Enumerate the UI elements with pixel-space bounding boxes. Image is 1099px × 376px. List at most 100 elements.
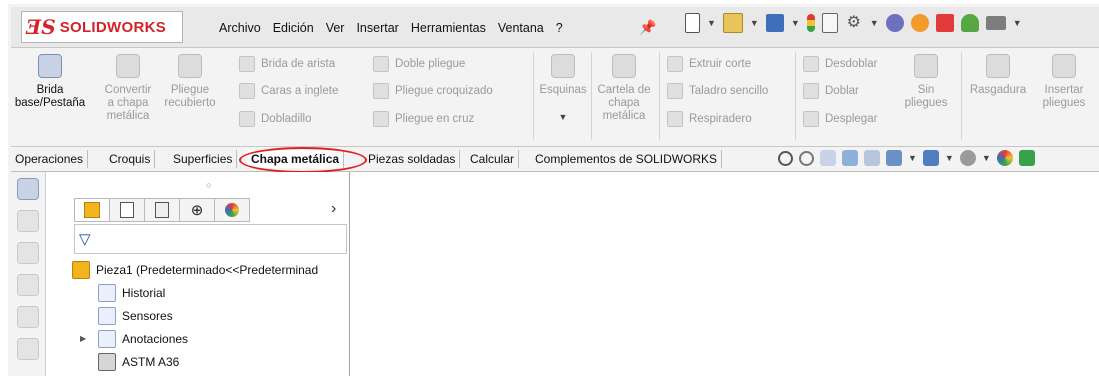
menu-herramientas[interactable]: Herramientas — [411, 21, 486, 35]
zoom-to-fit-icon[interactable] — [778, 150, 793, 166]
caras-inglete-button[interactable]: Caras a inglete — [239, 83, 338, 99]
open-file-icon[interactable] — [722, 13, 743, 33]
file-properties-icon[interactable] — [821, 13, 838, 33]
menu-ventana[interactable]: Ventana — [498, 21, 544, 35]
plugin-icon[interactable] — [885, 14, 904, 32]
configuration-manager-tab[interactable] — [144, 198, 179, 222]
pliegue-recubierto-button[interactable]: Pliegue recubierto — [159, 50, 221, 110]
previous-view-icon[interactable] — [820, 150, 836, 166]
taladro-sencillo-label: Taladro sencillo — [689, 85, 769, 97]
save-icon[interactable] — [765, 14, 784, 32]
expand-arrow-icon[interactable]: ▶ — [80, 334, 86, 343]
display-style-icon[interactable] — [922, 150, 939, 166]
scene-icon[interactable] — [1018, 150, 1035, 166]
chevron-down-icon[interactable]: ▼ — [537, 111, 589, 124]
brida-arista-button[interactable]: Brida de arista — [239, 56, 335, 72]
print-icon[interactable] — [985, 16, 1006, 30]
unfold-icon — [803, 56, 819, 72]
simple-hole-icon — [667, 83, 683, 99]
esquinas-button[interactable]: Esquinas ▼ — [537, 50, 589, 124]
view-orientation-icon[interactable] — [886, 150, 902, 166]
menu-edicion[interactable]: Edición — [273, 21, 314, 35]
edge-flange-icon[interactable] — [17, 274, 39, 296]
options-gear-icon[interactable]: ⚙ — [845, 14, 863, 32]
doblar-button[interactable]: Doblar — [803, 83, 859, 99]
tab-operaciones[interactable]: Operaciones — [11, 150, 89, 168]
dobladillo-button[interactable]: Dobladillo — [239, 111, 312, 127]
respiradero-button[interactable]: Respiradero — [667, 111, 752, 127]
solidworks-logo[interactable]: ƎS SOLIDWORKS — [21, 11, 183, 43]
panel-splitter-dot[interactable]: ○ — [206, 180, 211, 190]
tree-item-anotaciones[interactable]: ▶ Anotaciones — [80, 327, 318, 350]
insertar-pliegues-button[interactable]: Insertar pliegues — [1031, 50, 1097, 110]
chevron-down-icon[interactable]: ▼ — [791, 18, 800, 28]
chevron-down-icon[interactable]: ▼ — [707, 18, 716, 28]
insert-bends-icon — [1052, 54, 1076, 78]
menu-insertar[interactable]: Insertar — [356, 21, 398, 35]
pin-icon[interactable]: 📌 — [639, 19, 656, 36]
convert-sheet-metal-icon[interactable] — [17, 210, 39, 232]
desplegar-button[interactable]: Desplegar — [803, 111, 877, 127]
miter-flange-icon[interactable] — [17, 306, 39, 328]
feature-filter-input[interactable]: ▽ — [74, 224, 347, 254]
chevron-down-icon[interactable]: ▼ — [908, 153, 917, 163]
sin-pliegues-button[interactable]: Sin pliegues — [899, 50, 953, 110]
chevron-down-icon[interactable]: ▼ — [945, 153, 954, 163]
chevron-right-icon[interactable]: › — [331, 200, 336, 218]
tab-complementos[interactable]: Complementos de SOLIDWORKS — [531, 150, 723, 168]
material-icon — [98, 352, 116, 371]
ribbon-separator — [591, 52, 592, 140]
tab-calcular[interactable]: Calcular — [466, 150, 520, 168]
cartela-chapa-label: Cartela de chapa metálica — [597, 84, 651, 122]
chevron-down-icon[interactable]: ▼ — [982, 153, 991, 163]
desplegar-label: Desplegar — [825, 113, 878, 125]
menu-ver[interactable]: Ver — [326, 21, 345, 35]
sketched-bend-icon — [373, 83, 389, 99]
section-view-icon[interactable] — [842, 150, 858, 166]
zoom-area-icon[interactable] — [799, 150, 814, 166]
pliegue-cruz-button[interactable]: Pliegue en cruz — [373, 111, 474, 127]
tab-chapa-metalica[interactable]: Chapa metálica — [247, 150, 345, 168]
tree-item-sensores[interactable]: Sensores — [98, 304, 318, 327]
tree-item-historial[interactable]: Historial — [98, 281, 318, 304]
menu-bar: Archivo Edición Ver Insertar Herramienta… — [219, 21, 575, 35]
dimxpert-manager-tab[interactable]: ⊕ — [179, 198, 214, 222]
base-flange-icon[interactable] — [17, 178, 39, 200]
doble-pliegue-button[interactable]: Doble pliegue — [373, 56, 465, 72]
tab-piezas-soldadas[interactable]: Piezas soldadas — [364, 150, 461, 168]
tab-superficies[interactable]: Superficies — [169, 150, 238, 168]
menu-archivo[interactable]: Archivo — [219, 21, 261, 35]
miter-flange-icon — [239, 83, 255, 99]
pdf-icon[interactable] — [935, 14, 954, 32]
chevron-down-icon[interactable]: ▼ — [1013, 18, 1022, 28]
new-file-icon[interactable] — [685, 13, 700, 33]
menu-help[interactable]: ? — [556, 21, 563, 35]
tab-croquis[interactable]: Croquis — [105, 150, 156, 168]
dynamic-annotation-icon[interactable] — [864, 150, 880, 166]
display-manager-tab[interactable] — [214, 198, 250, 222]
chevron-down-icon[interactable]: ▼ — [750, 18, 759, 28]
desdoblar-button[interactable]: Desdoblar — [803, 56, 877, 72]
rasgadura-button[interactable]: Rasgadura — [965, 50, 1031, 97]
rebuild-traffic-light-icon[interactable] — [806, 14, 815, 32]
graphics-area[interactable] — [350, 172, 1099, 376]
appearance-icon[interactable] — [996, 150, 1013, 166]
feature-manager-tabs: ⊕ — [74, 198, 250, 222]
tree-item-material[interactable]: ASTM A36 — [98, 350, 318, 373]
cartela-chapa-button[interactable]: Cartela de chapa metálica — [594, 50, 654, 123]
convert-sheet-metal-icon — [116, 54, 140, 78]
extruir-corte-button[interactable]: Extruir corte — [667, 56, 751, 72]
property-manager-tab[interactable] — [109, 198, 144, 222]
user-icon[interactable] — [960, 14, 979, 32]
feature-manager-tab[interactable] — [74, 198, 109, 222]
convertir-chapa-button[interactable]: Convertir a chapa metálica — [97, 50, 159, 123]
taladro-sencillo-button[interactable]: Taladro sencillo — [667, 83, 768, 99]
tree-root-part[interactable]: Pieza1 (Predeterminado<<Predeterminad — [72, 258, 318, 281]
lofted-bend-icon[interactable] — [17, 242, 39, 264]
chevron-down-icon[interactable]: ▼ — [870, 18, 879, 28]
hide-show-items-icon[interactable] — [959, 150, 976, 166]
brida-base-button[interactable]: Brida base/Pestaña — [13, 50, 87, 110]
record-icon[interactable] — [910, 14, 929, 32]
pliegue-croquizado-button[interactable]: Pliegue croquizado — [373, 83, 493, 99]
hem-icon[interactable] — [17, 338, 39, 360]
